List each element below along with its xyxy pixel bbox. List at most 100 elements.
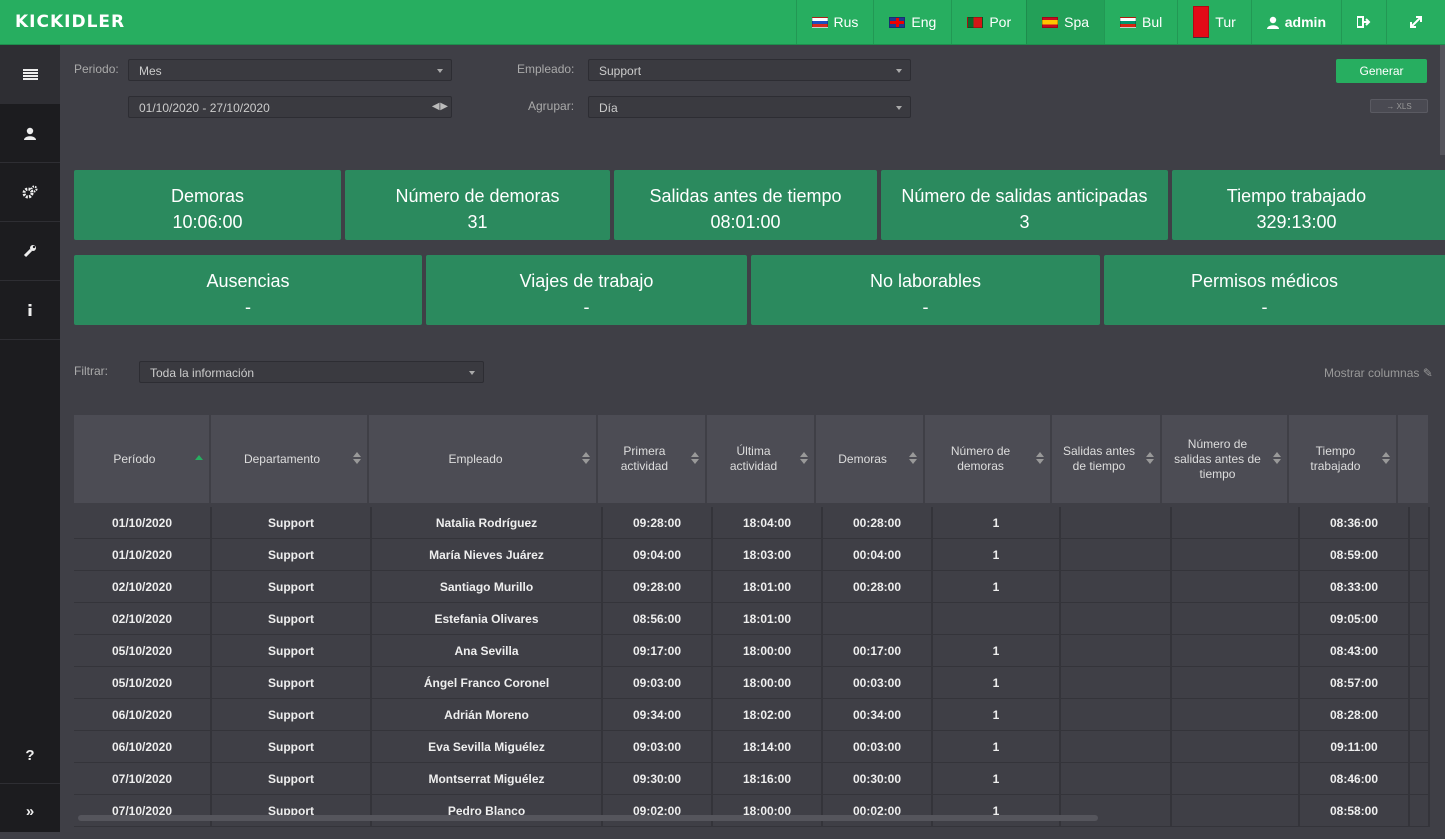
prev-next-arrows-icon[interactable]: ◀ ▶ — [432, 101, 447, 112]
sidebar-item-settings[interactable] — [0, 163, 60, 222]
column-header[interactable]: Empleado — [369, 415, 598, 503]
sort-ascending-icon — [195, 452, 203, 464]
summary-card-viajes: Viajes de trabajo - — [426, 255, 747, 325]
table-row[interactable]: 07/10/2020SupportPedro Blanco09:02:0018:… — [74, 795, 1430, 827]
table-cell: 00:30:00 — [823, 763, 933, 795]
table-row[interactable]: 05/10/2020SupportÁngel Franco Coronel09:… — [74, 667, 1430, 699]
table-cell: Support — [212, 635, 372, 667]
table-cell — [1061, 731, 1172, 763]
periodo-select[interactable]: Mes — [128, 59, 452, 81]
table-row[interactable]: 06/10/2020SupportEva Sevilla Miguélez09:… — [74, 731, 1430, 763]
card-value: - — [74, 297, 422, 318]
table-cell — [1410, 667, 1430, 699]
lang-spa[interactable]: Spa — [1026, 0, 1104, 44]
vertical-scrollbar[interactable] — [1440, 45, 1445, 155]
card-value: 329:13:00 — [1172, 212, 1445, 233]
fullscreen-button[interactable] — [1386, 0, 1445, 44]
mostrar-columnas-button[interactable]: Mostrar columnas ✎ — [1324, 366, 1433, 380]
summary-card-salidas: Salidas antes de tiempo 08:01:00 — [614, 170, 877, 240]
empleado-select[interactable]: Support — [588, 59, 911, 81]
table-cell: 07/10/2020 — [74, 795, 212, 827]
user-menu[interactable]: admin — [1251, 0, 1341, 44]
table-cell — [1172, 571, 1300, 603]
column-header[interactable]: Tiempo trabajado — [1289, 415, 1398, 503]
column-header[interactable]: Período — [74, 415, 211, 503]
empleado-value: Support — [599, 64, 641, 78]
sidebar-item-info[interactable] — [0, 281, 60, 340]
lang-por[interactable]: Por — [951, 0, 1026, 44]
column-header[interactable]: Salidas antes de tiempo — [1052, 415, 1162, 503]
top-bar: KICKIDLER Rus Eng Por Spa Bul Tur admin — [0, 0, 1445, 45]
column-header[interactable]: Departamento — [211, 415, 369, 503]
column-header[interactable] — [1398, 415, 1430, 503]
table-cell: Support — [212, 795, 372, 827]
table-cell: 08:28:00 — [1300, 699, 1410, 731]
generar-button[interactable]: Generar — [1336, 59, 1427, 83]
column-header-label: Departamento — [244, 452, 320, 467]
table-cell: Pedro Blanco — [372, 795, 603, 827]
lang-rus[interactable]: Rus — [796, 0, 874, 44]
lang-bul[interactable]: Bul — [1104, 0, 1177, 44]
table-cell: 07/10/2020 — [74, 763, 212, 795]
table-cell: 1 — [933, 763, 1061, 795]
table-cell — [1172, 635, 1300, 667]
table-cell — [1410, 763, 1430, 795]
table-row[interactable]: 01/10/2020SupportNatalia Rodríguez09:28:… — [74, 507, 1430, 539]
card-value: 08:01:00 — [614, 212, 877, 233]
help-button[interactable]: ? — [0, 727, 60, 783]
mostrar-columnas-label: Mostrar columnas — [1324, 366, 1419, 380]
table-row[interactable]: 07/10/2020SupportMontserrat Miguélez09:3… — [74, 763, 1430, 795]
date-range-picker[interactable]: 01/10/2020 - 27/10/2020◀ ▶ — [128, 96, 452, 118]
table-cell: 09:28:00 — [603, 571, 713, 603]
pencil-icon: ✎ — [1423, 366, 1433, 380]
table-cell: Support — [212, 731, 372, 763]
column-header-label: Última actividad — [715, 444, 792, 474]
lang-label: Eng — [911, 14, 936, 30]
export-xls-button[interactable]: → XLS — [1370, 99, 1428, 113]
card-value: 10:06:00 — [74, 212, 341, 233]
sidebar-item-tools[interactable] — [0, 222, 60, 281]
lang-tur[interactable]: Tur — [1177, 0, 1250, 44]
table-cell: 08:46:00 — [1300, 763, 1410, 795]
table-cell: 1 — [933, 667, 1061, 699]
column-header[interactable]: Número de demoras — [925, 415, 1052, 503]
table-row[interactable]: 01/10/2020SupportMaría Nieves Juárez09:0… — [74, 539, 1430, 571]
table-row[interactable]: 02/10/2020SupportSantiago Murillo09:28:0… — [74, 571, 1430, 603]
table-cell — [1061, 603, 1172, 635]
logout-button[interactable] — [1341, 0, 1386, 44]
card-value: - — [751, 297, 1100, 318]
expand-sidebar-button[interactable]: » — [0, 783, 60, 839]
table-cell — [1172, 667, 1300, 699]
card-title: Tiempo trabajado — [1172, 186, 1445, 207]
table-cell: 00:28:00 — [823, 571, 933, 603]
table-row[interactable]: 02/10/2020SupportEstefania Olivares08:56… — [74, 603, 1430, 635]
table-row[interactable]: 06/10/2020SupportAdrián Moreno09:34:0018… — [74, 699, 1430, 731]
table-cell: 01/10/2020 — [74, 507, 212, 539]
kickidler-logo[interactable]: KICKIDLER — [15, 12, 125, 32]
agrupar-select[interactable]: Día — [588, 96, 911, 118]
column-header[interactable]: Primera actividad — [598, 415, 707, 503]
sort-icon — [691, 452, 699, 464]
top-nav: Rus Eng Por Spa Bul Tur admin — [796, 0, 1445, 44]
table-cell: 1 — [933, 507, 1061, 539]
table-cell: 02/10/2020 — [74, 603, 212, 635]
table-row[interactable]: 05/10/2020SupportAna Sevilla09:17:0018:0… — [74, 635, 1430, 667]
column-header-label: Salidas antes de tiempo — [1060, 444, 1138, 474]
table-cell: 06/10/2020 — [74, 699, 212, 731]
summary-card-numero-salidas: Número de salidas anticipadas 3 — [881, 170, 1168, 240]
table-cell: 18:04:00 — [713, 507, 823, 539]
column-header[interactable]: Número de salidas antes de tiempo — [1162, 415, 1289, 503]
agrupar-value: Día — [599, 101, 618, 115]
filtrar-select[interactable]: Toda la información — [139, 361, 484, 383]
sort-icon — [353, 452, 361, 464]
table-cell: 18:14:00 — [713, 731, 823, 763]
sidebar-item-employees[interactable] — [0, 104, 60, 163]
column-header[interactable]: Última actividad — [707, 415, 816, 503]
column-header-label: Período — [113, 452, 155, 467]
column-header[interactable]: Demoras — [816, 415, 925, 503]
sidebar-item-reports[interactable] — [0, 45, 60, 104]
lang-label: Spa — [1064, 14, 1089, 30]
lang-eng[interactable]: Eng — [873, 0, 951, 44]
horizontal-scrollbar[interactable] — [78, 815, 1098, 821]
table-cell: Support — [212, 571, 372, 603]
